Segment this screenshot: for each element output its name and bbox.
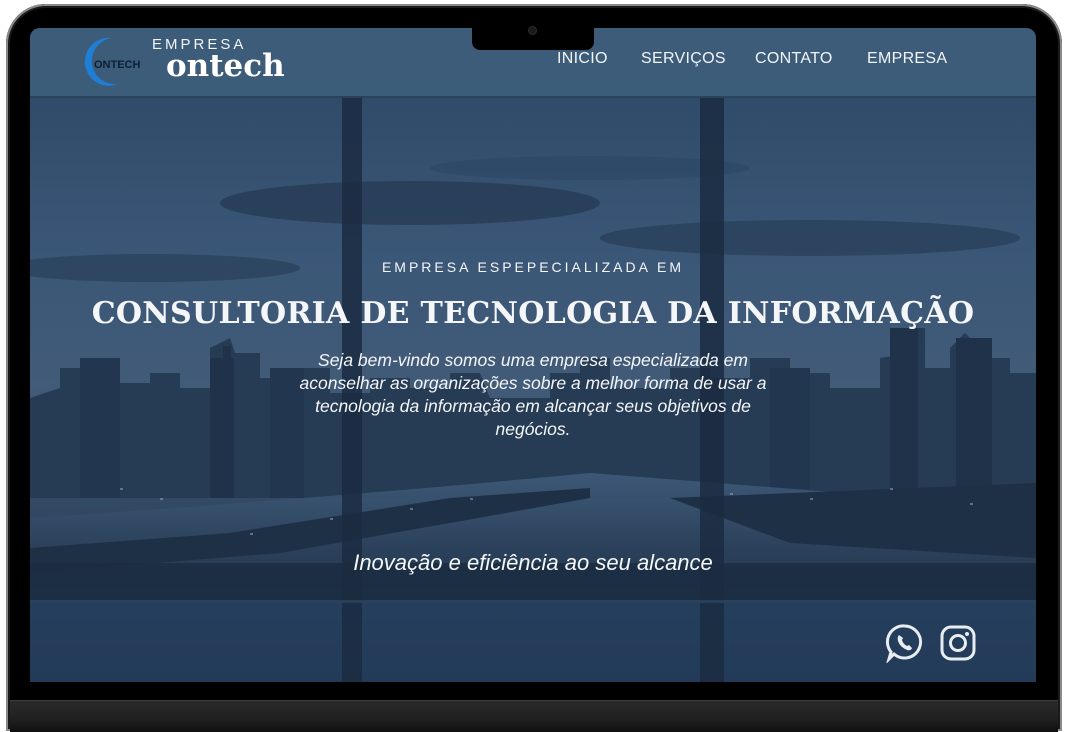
hero-headline: CONSULTORIA DE TECNOLOGIA DA INFORMAÇÃO [91, 296, 975, 331]
svg-text:ONTECH: ONTECH [94, 59, 141, 71]
nav-servicos[interactable]: SERVIÇOS [641, 50, 726, 68]
website-screen: ONTECH EMPRESA ontech INICIO SERVIÇOS CO… [30, 28, 1036, 682]
whatsapp-icon[interactable] [885, 623, 925, 663]
brand-name[interactable]: ontech [166, 48, 285, 84]
webcam-icon [529, 27, 536, 34]
hero-tagline: Inovação e eficiência ao seu alcance [353, 550, 713, 575]
laptop-base [10, 700, 1058, 732]
nav-inicio[interactable]: INICIO [557, 50, 608, 68]
instagram-icon[interactable] [938, 623, 978, 663]
nav-empresa[interactable]: EMPRESA [867, 50, 947, 68]
nav-contato[interactable]: CONTATO [755, 50, 833, 68]
hero-description: Seja bem-vindo somos uma empresa especia… [299, 350, 767, 439]
ontech-logo-icon[interactable]: ONTECH [74, 34, 144, 90]
hero-kicker: EMPRESA ESPEPECIALIZADA EM [381, 259, 685, 275]
